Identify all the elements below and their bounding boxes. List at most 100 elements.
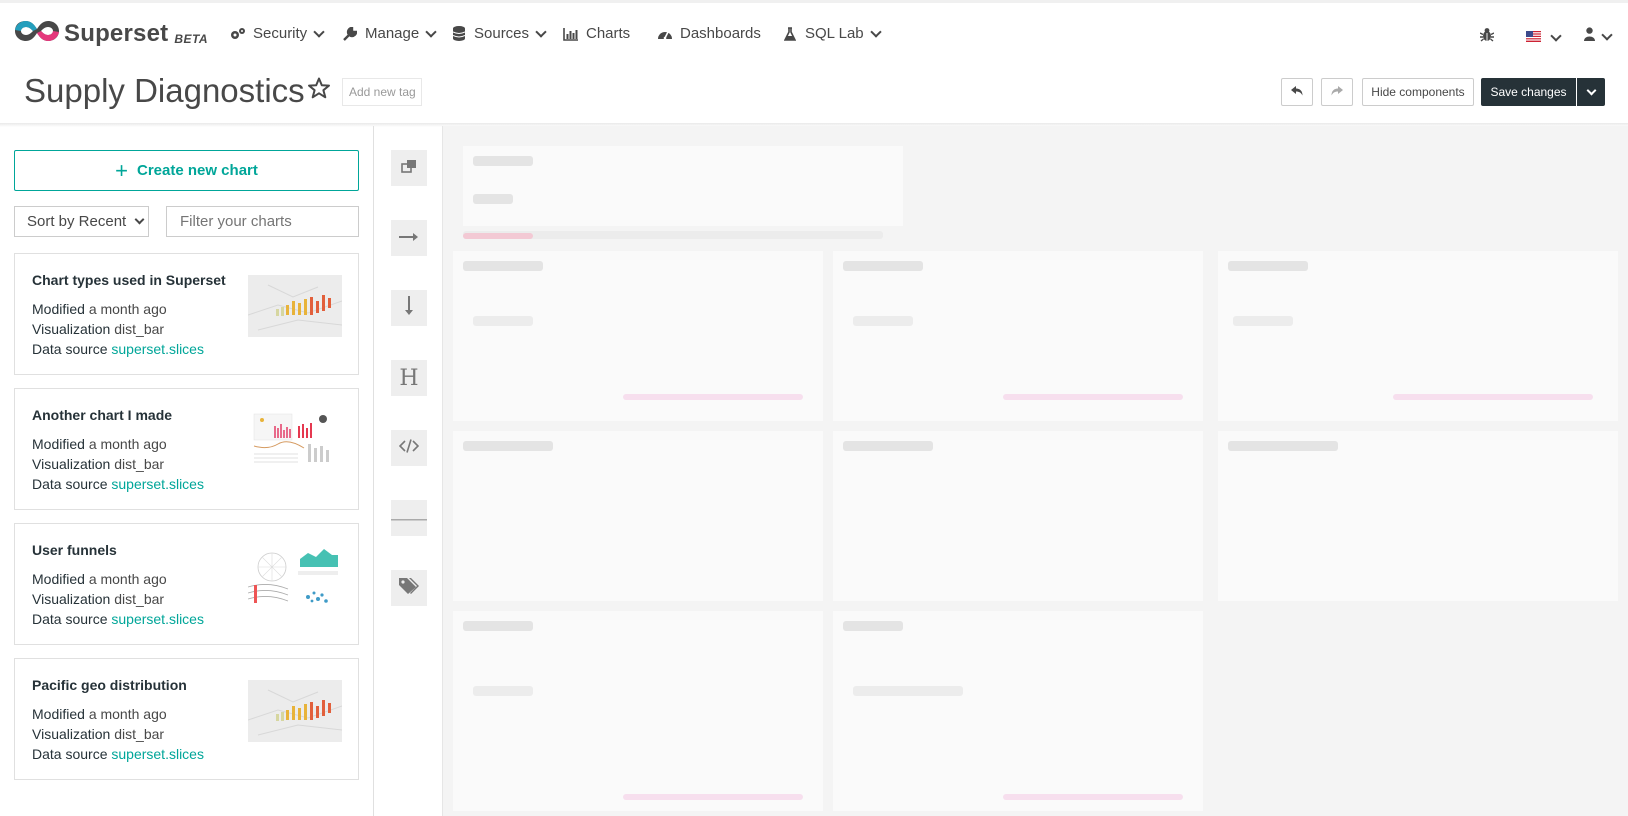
favorite-star-icon[interactable] [307, 77, 331, 105]
nav-sql-lab-label: SQL Lab [805, 25, 864, 42]
chart-card-viz: Visualization dist_bar [32, 591, 164, 607]
modified-value: a month ago [88, 436, 167, 452]
dashboard-header: Supply Diagnostics Add new tag Hide comp… [0, 63, 1628, 125]
blurred-text [463, 441, 553, 451]
datasource-link[interactable]: superset.slices [111, 341, 204, 357]
chart-card-title: Pacific geo distribution [32, 677, 187, 693]
nav-security[interactable]: Security [230, 25, 325, 42]
viz-label: Visualization [32, 591, 111, 607]
datasource-label: Data source [32, 746, 108, 762]
filter-charts-input[interactable] [166, 206, 359, 237]
language-selector[interactable] [1526, 29, 1562, 47]
tool-header[interactable]: H [391, 360, 427, 396]
modified-label: Modified [32, 301, 85, 317]
chart-card[interactable]: Chart types used in Superset Modified a … [14, 253, 359, 375]
database-icon [451, 26, 467, 42]
tags-icon [398, 577, 420, 600]
viz-value: dist_bar [114, 456, 165, 472]
tool-tabs[interactable] [391, 150, 427, 186]
blurred-chart-panel [1218, 431, 1618, 601]
viz-value: dist_bar [114, 321, 165, 337]
datasource-label: Data source [32, 341, 108, 357]
bug-icon[interactable] [1479, 27, 1495, 47]
undo-button[interactable] [1281, 78, 1313, 106]
create-new-chart-button[interactable]: + Create new chart [14, 150, 359, 191]
chart-sidepane: + Create new chart Sort by Recent Chart … [0, 126, 374, 816]
blurred-text [463, 621, 533, 631]
blurred-text [1228, 261, 1308, 271]
chevron-down-icon [313, 25, 325, 38]
dashboard-title[interactable]: Supply Diagnostics [24, 72, 305, 110]
redo-button[interactable] [1321, 78, 1353, 106]
nav-security-label: Security [253, 25, 308, 42]
plus-icon: + [115, 157, 128, 183]
blurred-text [843, 261, 923, 271]
chevron-down-icon [425, 25, 437, 38]
hide-components-button[interactable]: Hide components [1362, 78, 1474, 106]
blurred-active-tab [463, 233, 533, 239]
blurred-sparkline [1393, 394, 1593, 400]
brand[interactable]: Superset BETA [14, 17, 208, 50]
save-changes-button[interactable]: Save changes [1481, 78, 1576, 106]
create-new-chart-label: Create new chart [136, 162, 258, 179]
blurred-chart-panel [453, 431, 823, 601]
save-options-dropdown[interactable] [1577, 78, 1605, 106]
divider-icon [391, 509, 427, 527]
chevron-down-icon [1601, 28, 1613, 41]
header-icon: H [399, 365, 419, 391]
chevron-down-icon [535, 25, 547, 38]
viz-label: Visualization [32, 726, 111, 742]
chevron-down-icon [869, 25, 882, 38]
tool-tags[interactable] [391, 570, 427, 606]
datasource-link[interactable]: superset.slices [111, 746, 204, 762]
tool-column[interactable] [391, 290, 427, 326]
blurred-text [853, 316, 913, 326]
superset-logo-icon [14, 17, 60, 50]
brand-name: Superset [64, 19, 169, 47]
viz-label: Visualization [32, 456, 111, 472]
modified-label: Modified [32, 571, 85, 587]
sort-select[interactable]: Sort by Recent [14, 206, 149, 237]
undo-icon [1291, 85, 1303, 99]
datasource-link[interactable]: superset.slices [111, 611, 204, 627]
component-toolbox: H [375, 126, 443, 816]
redo-icon [1331, 85, 1343, 99]
blurred-chart-panel [453, 611, 823, 811]
tool-divider[interactable] [391, 500, 427, 536]
modified-label: Modified [32, 706, 85, 722]
datasource-link-row: Data source [32, 611, 108, 627]
tool-row[interactable] [391, 220, 427, 256]
datasource-link[interactable]: superset.slices [111, 476, 204, 492]
user-menu[interactable] [1584, 27, 1613, 46]
blurred-text [473, 156, 533, 166]
nav-sources-label: Sources [474, 25, 530, 42]
add-tag-input[interactable]: Add new tag [342, 78, 422, 106]
nav-dashboards[interactable]: Dashboards [657, 25, 761, 42]
chart-card[interactable]: Another chart I made Modified a month ag… [14, 388, 359, 510]
nav-manage[interactable]: Manage [342, 25, 437, 42]
viz-label: Visualization [32, 321, 111, 337]
column-icon [404, 295, 414, 321]
chart-card[interactable]: User funnels Modified a month ago Visual… [14, 523, 359, 645]
chart-card-title: Another chart I made [32, 407, 173, 423]
chart-card-modified: Modified a month ago [32, 706, 167, 722]
modified-value: a month ago [88, 571, 167, 587]
brand-beta-badge: BETA [174, 31, 209, 46]
nav-sql-lab[interactable]: SQL Lab [782, 25, 882, 42]
nav-sources[interactable]: Sources [451, 25, 547, 42]
nav-dashboards-label: Dashboards [680, 25, 761, 42]
tool-markdown[interactable] [391, 430, 427, 466]
viz-value: dist_bar [114, 591, 165, 607]
chart-thumbnail [248, 275, 342, 337]
blurred-text [1228, 441, 1338, 451]
tabs-icon [401, 159, 417, 178]
nav-charts-label: Charts [586, 25, 631, 42]
chart-card-viz: Visualization dist_bar [32, 726, 164, 742]
blurred-text [473, 686, 533, 696]
chart-card-datasource: Data source superset.slices [32, 341, 204, 357]
chart-card[interactable]: Pacific geo distribution Modified a mont… [14, 658, 359, 780]
blurred-chart-panel [833, 431, 1203, 601]
chart-card-modified: Modified a month ago [32, 301, 167, 317]
nav-charts[interactable]: Charts [563, 25, 630, 42]
chevron-down-icon [134, 214, 145, 225]
